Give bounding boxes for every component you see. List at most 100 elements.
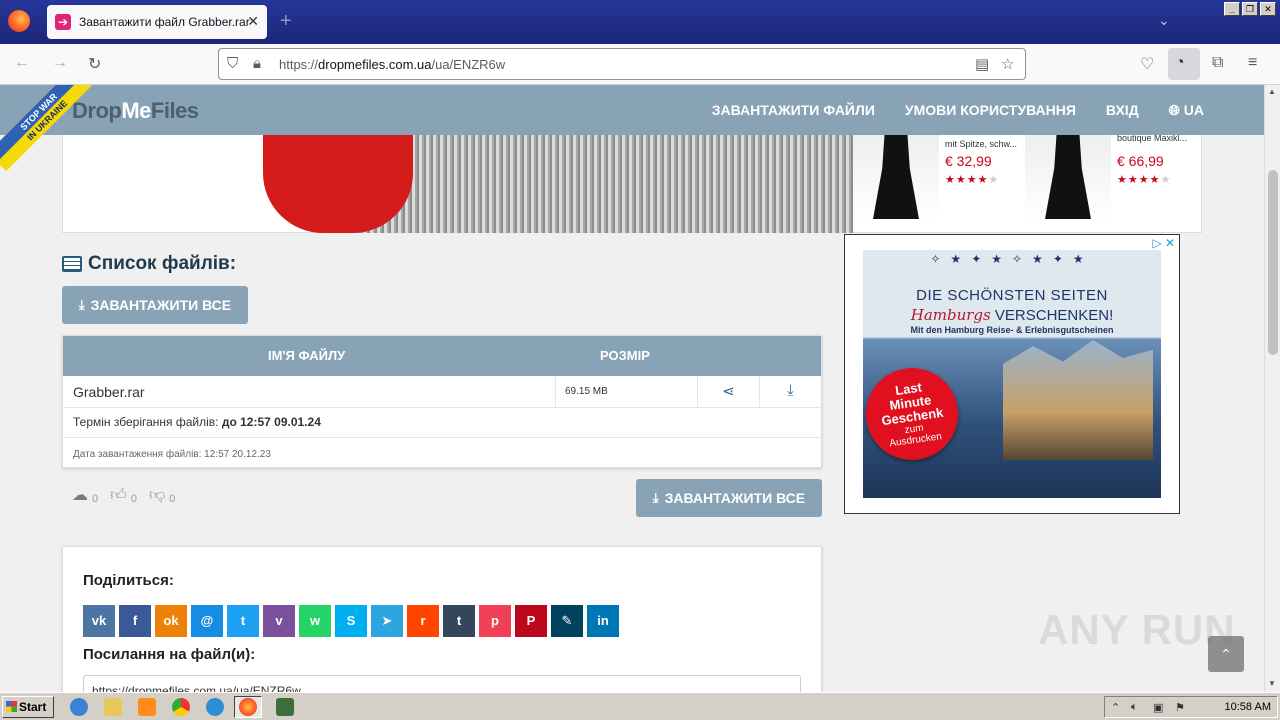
download-all-button-bottom[interactable]: ⤓ ЗАВАНТАЖИТИ ВСЕ: [636, 479, 822, 517]
list-icon: [62, 256, 82, 272]
menu-icon[interactable]: ≡: [1248, 54, 1257, 72]
storage-term: Термін зберігання файлів: до 12:57 09.01…: [63, 408, 821, 438]
file-stats: ☁ 0 👍︎ 0 👎︎ 0: [72, 485, 175, 505]
share-pocket-button[interactable]: p: [479, 605, 511, 637]
close-window-button[interactable]: ✕: [1260, 2, 1276, 16]
share-moimir-button[interactable]: @: [191, 605, 223, 637]
dislikes-stat[interactable]: 👎︎ 0: [149, 486, 175, 505]
new-tab-icon[interactable]: +: [280, 10, 292, 33]
scroll-down-icon[interactable]: ▼: [1268, 679, 1276, 688]
ad-product[interactable]: boutique Maxikl... € 66,99 ★★★★★: [1025, 133, 1201, 233]
share-reddit-button[interactable]: r: [407, 605, 439, 637]
download-icon: ⤓: [78, 297, 85, 312]
ad-image[interactable]: ✧★✦★✧★✦★ DIE SCHÖNSTEN SEITEN Hamburgs V…: [863, 250, 1161, 498]
share-tumblr-button[interactable]: t: [443, 605, 475, 637]
scrollbar-thumb[interactable]: [1268, 170, 1278, 355]
reload-icon[interactable]: ↻: [88, 54, 101, 74]
firefox-icon[interactable]: [8, 10, 30, 32]
folder-icon[interactable]: [104, 698, 122, 716]
share-vk-button[interactable]: vk: [83, 605, 115, 637]
back-icon[interactable]: ←: [14, 54, 30, 72]
thumbs-down-icon[interactable]: 👎︎: [149, 486, 165, 505]
minimize-button[interactable]: _: [1224, 2, 1240, 16]
share-odnoklassniki-button[interactable]: ok: [155, 605, 187, 637]
share-twitter-button[interactable]: t: [227, 605, 259, 637]
scroll-to-top-button[interactable]: ⌃: [1208, 636, 1244, 672]
network-icon[interactable]: ▣: [1153, 701, 1163, 714]
tab-title: Завантажити файл Grabber.rar: [79, 15, 250, 29]
share-facebook-button[interactable]: f: [119, 605, 151, 637]
ad-product[interactable]: mit Spitze, schw... € 32,99 ★★★★★: [853, 135, 1023, 233]
browser-tab-active[interactable]: ➔ Завантажити файл Grabber.rar ✕: [47, 5, 267, 39]
share-livejournal-button[interactable]: ✎: [551, 605, 583, 637]
file-table: ІМ'Я ФАЙЛУ РОЗМІР Grabber.rar 69.15 MB ⋖…: [62, 335, 822, 468]
menu-login[interactable]: ВХІД: [1106, 102, 1139, 119]
extensions-icon[interactable]: ⧉: [1212, 54, 1223, 72]
url-bar[interactable]: ⛉ 🔒︎ https://dropmefiles.com.ua/ua/ENZR6…: [218, 48, 1026, 80]
taskbar: Start ⌃ 🔈︎ ▣ ⚑ 10:58 AM: [0, 692, 1280, 720]
likes-stat[interactable]: 👍︎ 0: [110, 486, 137, 505]
thumbs-up-icon[interactable]: 👍︎: [110, 486, 127, 505]
edge-icon[interactable]: [206, 698, 224, 716]
star-icon[interactable]: ☆: [1001, 55, 1014, 73]
col-file-name: ІМ'Я ФАЙЛУ: [268, 348, 346, 363]
extension-button[interactable]: ◔: [1168, 48, 1200, 80]
language-label: UA: [1183, 102, 1204, 118]
ad-headline-rest: VERSCHENKEN!: [990, 307, 1114, 324]
share-whatsapp-button[interactable]: w: [299, 605, 331, 637]
product-image[interactable]: [1025, 135, 1111, 221]
share-linkedin-button[interactable]: in: [587, 605, 619, 637]
ie-icon[interactable]: [70, 698, 88, 716]
share-viber-button[interactable]: v: [263, 605, 295, 637]
link-title: Посилання на файл(и):: [83, 646, 256, 663]
ad-headline: DIE SCHÖNSTEN SEITEN: [916, 287, 1108, 304]
scroll-up-icon[interactable]: ▲: [1268, 87, 1276, 96]
url-text[interactable]: https://dropmefiles.com.ua/ua/ENZR6w: [279, 57, 505, 72]
pocket-icon[interactable]: ♡: [1140, 54, 1154, 74]
shield-icon[interactable]: ⛉: [227, 55, 238, 72]
page-scrollbar[interactable]: ▲ ▼: [1264, 85, 1280, 692]
chrome-icon[interactable]: [172, 698, 190, 716]
chevron-up-icon[interactable]: ⌃: [1111, 701, 1120, 714]
site-header: DropMeFiles ЗАВАНТАЖИТИ ФАЙЛИ УМОВИ КОРИ…: [0, 85, 1264, 135]
share-box: Поділиться: vk f ok @ t v w S ➤ r t p P ✎ in Посилання…: [62, 546, 822, 692]
product-image[interactable]: [853, 135, 939, 221]
side-ad-banner[interactable]: ▷ ✕ ✧★✦★✧★✦★ DIE SCHÖNSTEN SEITEN Hambur…: [844, 234, 1180, 514]
share-pinterest-button[interactable]: P: [515, 605, 547, 637]
window-controls: _ ❐ ✕: [1224, 2, 1276, 16]
start-button[interactable]: Start: [2, 696, 54, 718]
cloud-download-icon: ☁: [72, 487, 88, 504]
menu-upload[interactable]: ЗАВАНТАЖИТИ ФАЙЛИ: [712, 102, 875, 119]
download-all-button[interactable]: ⤓ ЗАВАНТАЖИТИ ВСЕ: [62, 286, 248, 324]
file-size: 69.15 MB: [556, 376, 698, 408]
restore-button[interactable]: ❐: [1242, 2, 1258, 16]
media-player-icon[interactable]: [138, 698, 156, 716]
lock-icon[interactable]: 🔒︎: [253, 55, 261, 72]
site-logo[interactable]: DropMeFiles: [72, 98, 199, 124]
ad-dress-image[interactable]: [263, 135, 413, 233]
speaker-icon[interactable]: 🔈︎: [1131, 701, 1138, 714]
file-name[interactable]: Grabber.rar: [63, 376, 556, 408]
clock: 10:58 AM: [1224, 701, 1271, 713]
share-icon[interactable]: ⋖: [698, 376, 760, 408]
ad-badge: Last Minute Geschenk zum Ausdrucken: [863, 362, 964, 466]
menu-terms[interactable]: УМОВИ КОРИСТУВАННЯ: [905, 102, 1076, 119]
taskbar-firefox-active[interactable]: [234, 696, 262, 718]
ad-subline: Mit den Hamburg Reise- & Erlebnisgutsche…: [910, 325, 1114, 335]
reader-view-icon[interactable]: ▤: [975, 55, 989, 73]
menu-language[interactable]: 🌐︎ UA: [1169, 102, 1204, 119]
top-ad-banner[interactable]: mit Spitze, schw... € 32,99 ★★★★★ boutiq…: [62, 133, 1202, 233]
chevron-down-icon[interactable]: ⌄: [1158, 12, 1170, 29]
close-icon[interactable]: ✕: [247, 13, 259, 30]
forward-icon[interactable]: →: [52, 54, 68, 72]
download-icon: ⤓: [652, 490, 659, 505]
download-icon[interactable]: ⤓: [760, 376, 821, 408]
globe-icon: 🌐︎: [1168, 102, 1180, 118]
flag-icon[interactable]: ⚑: [1175, 701, 1185, 714]
main-menu: ЗАВАНТАЖИТИ ФАЙЛИ УМОВИ КОРИСТУВАННЯ ВХІ…: [712, 102, 1204, 119]
adchoices-icon[interactable]: ▷ ✕: [1152, 236, 1175, 250]
share-skype-button[interactable]: S: [335, 605, 367, 637]
file-link-input[interactable]: https://dropmefiles.com.ua/ua/ENZR6w: [83, 675, 801, 692]
terminal-icon[interactable]: [276, 698, 294, 716]
share-telegram-button[interactable]: ➤: [371, 605, 403, 637]
